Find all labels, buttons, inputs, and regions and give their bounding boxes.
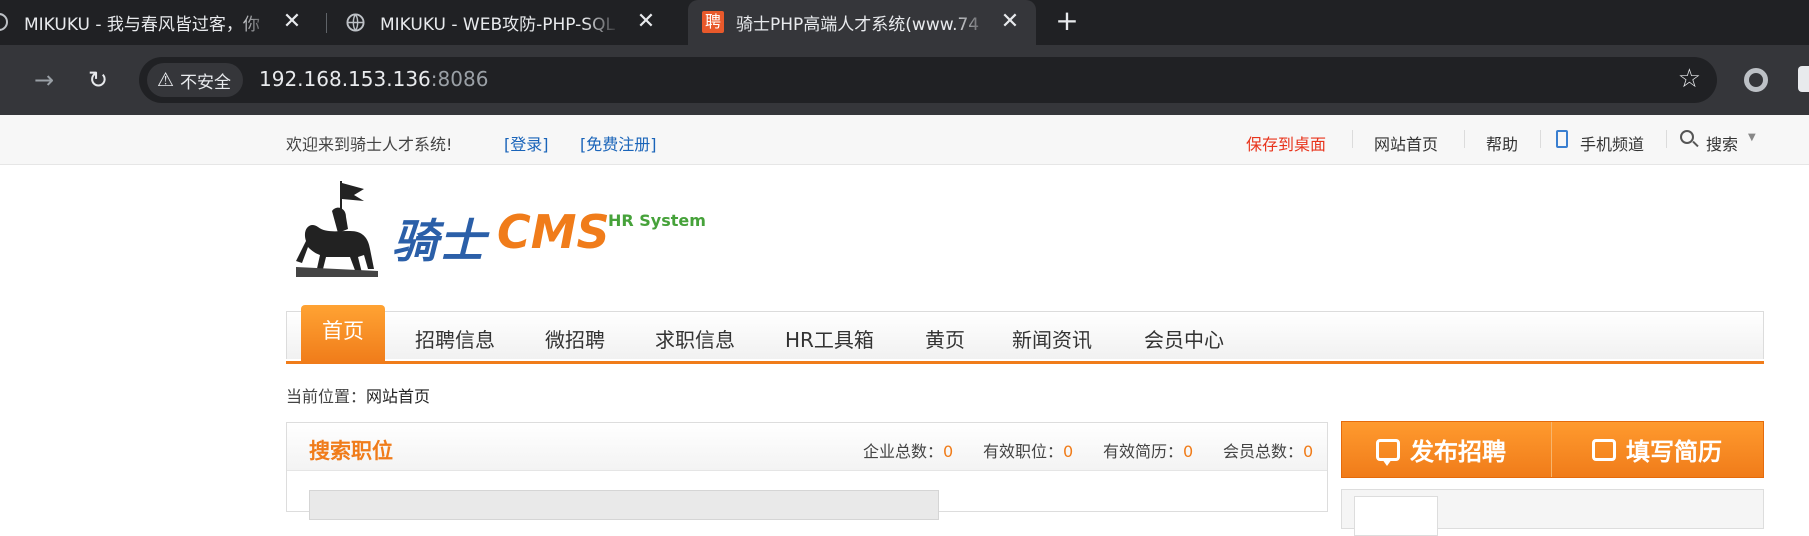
divider bbox=[1551, 422, 1552, 477]
url-text[interactable]: 192.168.153.136:8086 bbox=[259, 67, 488, 91]
close-tab-icon[interactable]: ✕ bbox=[996, 8, 1024, 36]
job-search-header: 搜索职位 企业总数：0 有效职位：0 有效简历：0 会员总数：0 bbox=[287, 423, 1327, 471]
knight-horse-logo-icon bbox=[296, 181, 378, 277]
welcome-text: 欢迎来到骑士人才系统! bbox=[286, 135, 453, 154]
security-chip[interactable]: ⚠ 不安全 bbox=[147, 63, 244, 97]
nav-item-jobs[interactable]: 招聘信息 bbox=[415, 324, 495, 353]
breadcrumb-prefix: 当前位置： bbox=[286, 387, 367, 406]
bookmark-star-icon[interactable]: ☆ bbox=[1678, 64, 1701, 94]
fill-resume-button[interactable]: 填写简历 bbox=[1592, 422, 1722, 477]
mobile-channel-link[interactable]: 手机频道 bbox=[1580, 131, 1644, 155]
nav-item-hr-toolbox[interactable]: HR工具箱 bbox=[785, 324, 874, 353]
warning-icon: ⚠ bbox=[157, 69, 175, 91]
tab-title: MIKUKU - WEB攻防-PHP-SQL bbox=[380, 15, 615, 35]
stat-members: 会员总数：0 bbox=[1223, 442, 1314, 461]
divider bbox=[1464, 130, 1465, 148]
mobile-phone-icon bbox=[1556, 130, 1568, 148]
address-bar[interactable]: ⚠ 不安全 192.168.153.136:8086 ☆ bbox=[139, 57, 1717, 103]
login-tab[interactable] bbox=[1354, 496, 1438, 536]
security-label: 不安全 bbox=[180, 72, 232, 93]
login-link[interactable]: [登录] bbox=[504, 131, 549, 155]
logo-tagline: HR System bbox=[608, 211, 706, 230]
close-tab-icon[interactable]: ✕ bbox=[632, 8, 660, 36]
dropdown-caret-icon[interactable]: ▼ bbox=[1748, 132, 1756, 143]
divider bbox=[1540, 130, 1541, 148]
reload-icon[interactable]: ↻ bbox=[80, 62, 116, 98]
extension-icon[interactable] bbox=[1744, 68, 1768, 92]
tab-title: MIKUKU - 我与春风皆过客，你 bbox=[24, 15, 260, 35]
browser-tab-3-active[interactable]: 聘 骑士PHP高端人才系统(www.74 ✕ bbox=[688, 0, 1036, 45]
search-icon bbox=[1680, 130, 1694, 144]
nav-item-news[interactable]: 新闻资讯 bbox=[1012, 324, 1092, 353]
fill-resume-label: 填写简历 bbox=[1626, 438, 1722, 466]
url-host: 192.168.153.136 bbox=[259, 67, 431, 91]
login-panel bbox=[1341, 489, 1764, 536]
site-logo[interactable]: 骑士 CMS HR System bbox=[292, 177, 712, 287]
tab-divider bbox=[326, 13, 327, 33]
extension-icon-2[interactable] bbox=[1798, 66, 1809, 92]
globe-icon bbox=[0, 13, 8, 31]
edit-icon bbox=[1592, 438, 1616, 461]
stat-companies: 企业总数：0 bbox=[863, 442, 954, 461]
logo-cms-text: CMS bbox=[497, 205, 610, 259]
nav-item-yellow-pages[interactable]: 黄页 bbox=[925, 324, 965, 353]
web-page: 欢迎来到骑士人才系统! [登录] [免费注册] 保存到桌面 网站首页 帮助 手机… bbox=[0, 115, 1809, 536]
browser-tab-strip: MIKUKU - 我与春风皆过客，你 ✕ MIKUKU - WEB攻防-PHP-… bbox=[0, 0, 1809, 45]
nav-item-home[interactable]: 首页 bbox=[301, 305, 385, 363]
stat-resumes: 有效简历：0 bbox=[1103, 442, 1194, 461]
nav-underline bbox=[286, 361, 1764, 364]
forward-icon[interactable]: → bbox=[26, 62, 62, 98]
post-job-label: 发布招聘 bbox=[1410, 438, 1506, 466]
globe-icon bbox=[346, 13, 365, 32]
nav-item-member-center[interactable]: 会员中心 bbox=[1144, 324, 1224, 353]
breadcrumb-current[interactable]: 网站首页 bbox=[366, 387, 430, 406]
site-favicon-icon: 聘 bbox=[702, 11, 724, 33]
comment-icon bbox=[1376, 438, 1400, 466]
browser-tab-2[interactable]: MIKUKU - WEB攻防-PHP-SQL ✕ bbox=[332, 0, 672, 45]
job-search-panel: 搜索职位 企业总数：0 有效职位：0 有效简历：0 会员总数：0 bbox=[286, 422, 1328, 520]
tab-title: 骑士PHP高端人才系统(www.74 bbox=[736, 15, 980, 35]
logo-chinese-text: 骑士 bbox=[392, 214, 486, 268]
nav-item-micro-recruit[interactable]: 微招聘 bbox=[545, 324, 605, 353]
help-link[interactable]: 帮助 bbox=[1486, 131, 1518, 155]
site-home-link[interactable]: 网站首页 bbox=[1374, 131, 1438, 155]
save-to-desktop-link[interactable]: 保存到桌面 bbox=[1246, 131, 1326, 155]
post-job-button[interactable]: 发布招聘 bbox=[1376, 422, 1506, 477]
new-tab-button[interactable]: + bbox=[1050, 5, 1084, 39]
job-search-title: 搜索职位 bbox=[309, 439, 393, 463]
browser-toolbar: → ↻ ⚠ 不安全 192.168.153.136:8086 ☆ bbox=[0, 45, 1809, 115]
action-buttons: 发布招聘 填写简历 bbox=[1341, 421, 1764, 478]
divider bbox=[1666, 130, 1667, 148]
search-link[interactable]: 搜索 bbox=[1706, 131, 1738, 155]
browser-tab-1[interactable]: MIKUKU - 我与春风皆过客，你 ✕ bbox=[0, 0, 318, 45]
job-search-input[interactable] bbox=[309, 490, 939, 520]
register-link[interactable]: [免费注册] bbox=[580, 131, 657, 155]
divider bbox=[1352, 130, 1353, 148]
site-top-bar: 欢迎来到骑士人才系统! [登录] [免费注册] 保存到桌面 网站首页 帮助 手机… bbox=[0, 115, 1809, 165]
url-port: :8086 bbox=[430, 67, 489, 91]
close-tab-icon[interactable]: ✕ bbox=[278, 8, 306, 36]
nav-item-job-seekers[interactable]: 求职信息 bbox=[655, 324, 735, 353]
breadcrumb: 当前位置：网站首页 bbox=[286, 383, 430, 407]
stat-jobs: 有效职位：0 bbox=[983, 442, 1074, 461]
